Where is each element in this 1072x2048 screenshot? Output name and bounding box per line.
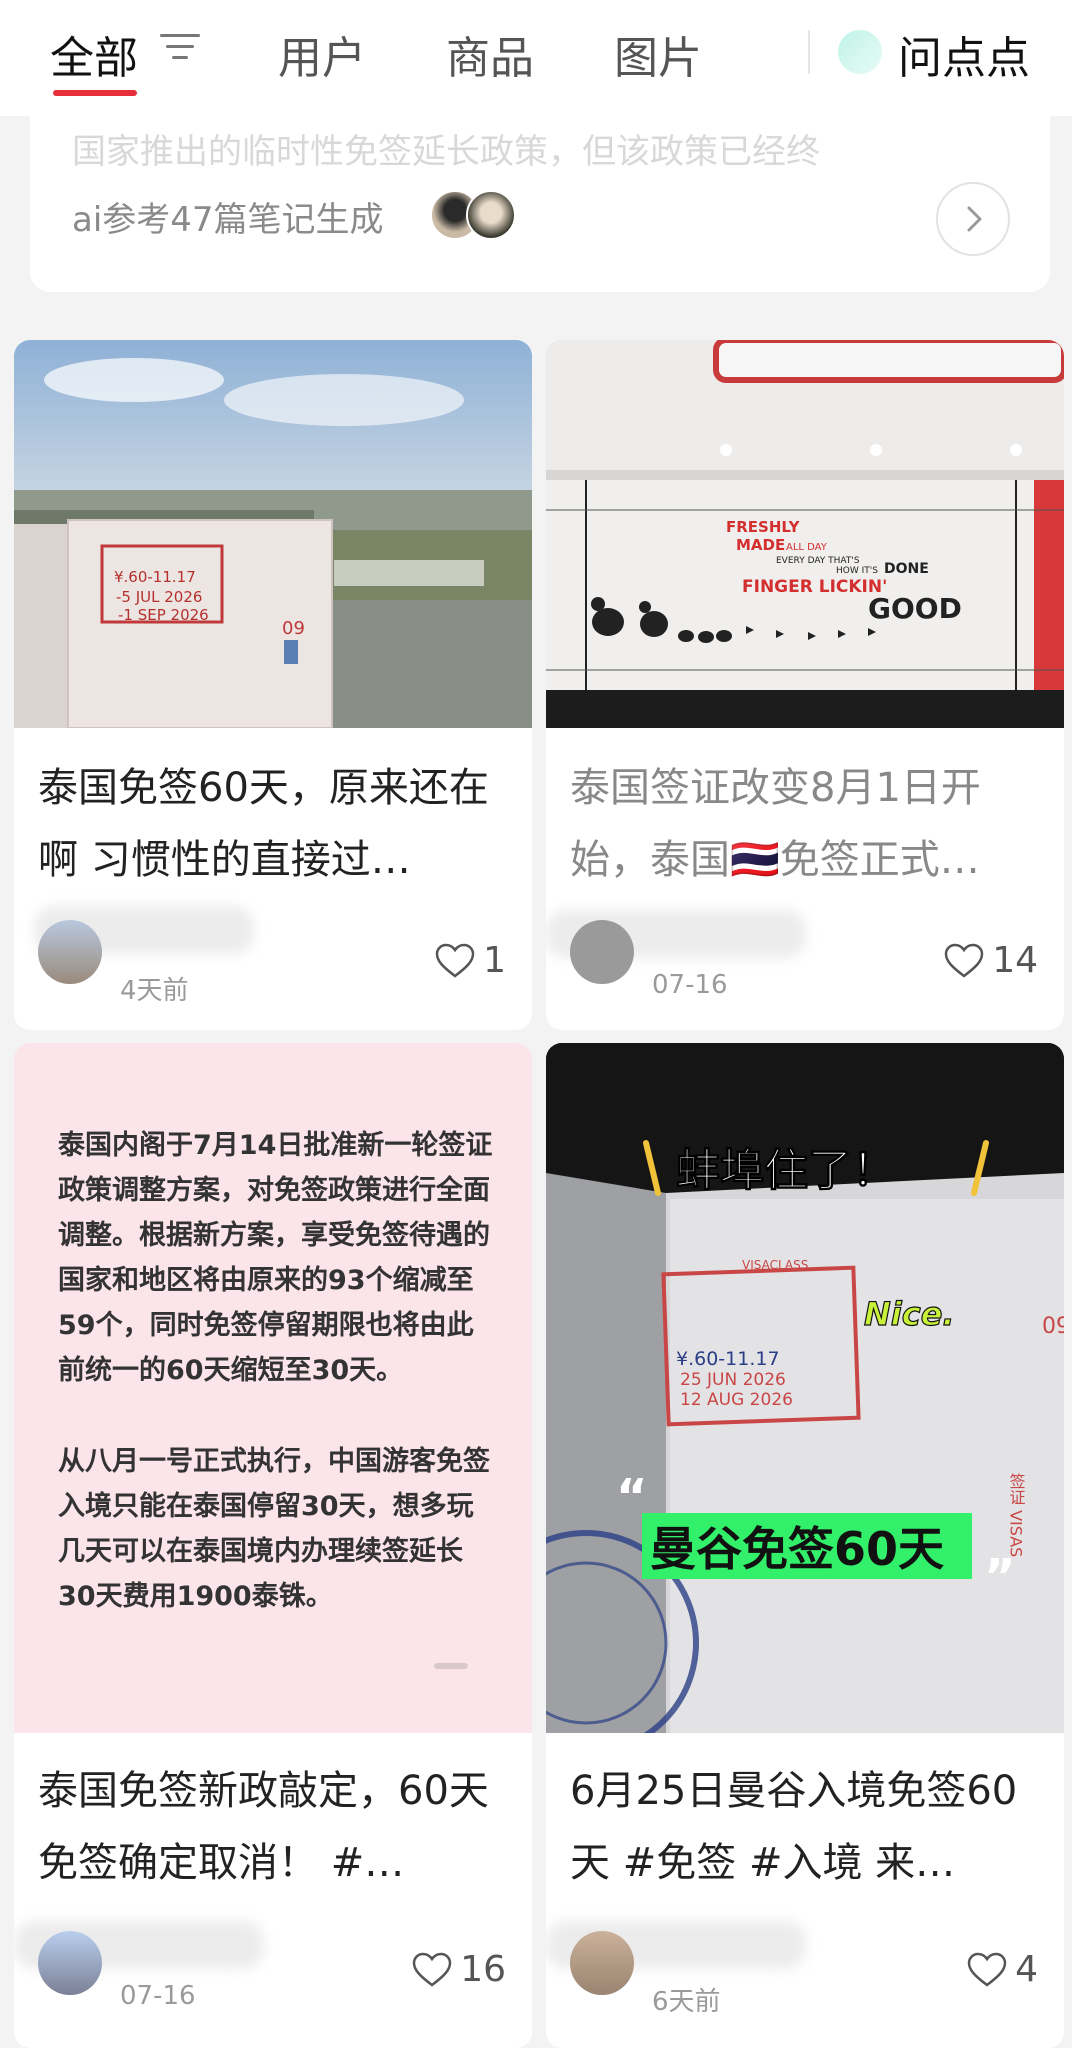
image-text-para: 从八月一号正式执行，中国游客免签入境只能在泰国停留30天，想多玩几天可以在泰国境…	[58, 1446, 490, 1612]
heart-icon	[967, 1952, 1007, 1987]
note-cover-image: VISACLASS ¥.60-11.17 25 JUN 2026 12 AUG …	[546, 1043, 1064, 1733]
tab-images[interactable]: 图片	[614, 22, 702, 86]
avatar[interactable]	[570, 920, 634, 984]
active-tab-indicator	[53, 90, 137, 96]
tab-all[interactable]: 全部	[50, 22, 138, 86]
ai-summary-text: 国家推出的临时性免签延长政策，但该政策已经终	[72, 132, 820, 172]
image-sticker-text: Nice.	[864, 1295, 955, 1333]
tab-products[interactable]: 商品	[446, 22, 534, 86]
ai-expand-button[interactable]	[936, 182, 1010, 256]
ai-source-label: ai参考47篇笔记生成	[72, 200, 384, 240]
wall-text: HOW IT'S	[836, 566, 878, 576]
note-title[interactable]: 泰国免签60天，原来还在啊 习惯性的直接过…	[38, 752, 512, 896]
post-time: 6天前	[652, 1987, 721, 2017]
post-time: 07-16	[652, 970, 728, 1000]
avatar[interactable]	[570, 1931, 634, 1995]
stamp-text: -5 JUL 2026	[116, 588, 202, 606]
wall-text: DONE	[884, 561, 929, 577]
svg-text:“: “	[616, 1469, 648, 1525]
note-cover-image: ¥.60-11.17 -5 JUL 2026 -1 SEP 2026 09	[14, 340, 532, 728]
wall-text: FRESHLY	[726, 518, 801, 536]
source-avatar	[466, 190, 516, 240]
visa-tag: 签证 VISAS	[1007, 1473, 1026, 1557]
post-time: 4天前	[120, 976, 189, 1006]
like-button[interactable]: 14	[944, 940, 1038, 981]
note-cover-image: FRESHLY MADE ALL DAY EVERY DAY THAT'S HO…	[546, 340, 1064, 728]
like-count: 1	[483, 940, 506, 981]
post-time: 07-16	[120, 1981, 196, 2011]
heart-icon	[412, 1952, 452, 1987]
svg-text:”: ”	[984, 1549, 1016, 1605]
avatar[interactable]	[38, 920, 102, 984]
heart-icon	[944, 943, 984, 978]
note-title[interactable]: 6月25日曼谷入境免签60天 #免签 #入境 来…	[570, 1755, 1044, 1899]
filter-icon[interactable]	[160, 30, 200, 64]
wall-text: EVERY DAY THAT'S	[776, 556, 860, 566]
note-card[interactable]: ¥.60-11.17 -5 JUL 2026 -1 SEP 2026 09 泰国…	[14, 340, 532, 1030]
wall-text: GOOD	[868, 592, 962, 625]
like-button[interactable]: 16	[412, 1949, 506, 1990]
note-title[interactable]: 泰国免签新政敲定，60天免签确定取消！ #…	[38, 1755, 512, 1899]
tab-divider	[808, 30, 810, 74]
stamp-text: VISACLASS	[742, 1258, 808, 1272]
page-number: 09	[1042, 1314, 1064, 1339]
wall-text: MADE	[736, 536, 785, 554]
image-text-para: 泰国内阁于7月14日批准新一轮签证政策调整方案，对免签政策进行全面调整。根据新方…	[58, 1130, 493, 1386]
image-indicator	[434, 1663, 468, 1669]
note-cover-image: 泰国内阁于7月14日批准新一轮签证政策调整方案，对免签政策进行全面调整。根据新方…	[14, 1043, 532, 1733]
wall-text: FINGER LICKIN'	[742, 577, 887, 597]
avatar[interactable]	[38, 1931, 102, 1995]
search-results-tabbar: 全部 用户 商品 图片 问点点	[0, 0, 1072, 116]
ask-assistant-button[interactable]: 问点点	[898, 22, 1030, 86]
stamp-text: ¥.60-11.17	[114, 568, 196, 586]
ask-assistant-icon[interactable]	[838, 30, 882, 74]
stamp-text: 25 JUN 2026	[680, 1370, 786, 1390]
like-button[interactable]: 1	[435, 940, 506, 981]
wall-text: ALL DAY	[786, 542, 828, 553]
tab-users[interactable]: 用户	[278, 22, 366, 86]
like-count: 4	[1015, 1949, 1038, 1990]
note-title[interactable]: 泰国签证改变8月1日开始，泰国🇹🇭免签正式…	[570, 752, 1044, 896]
like-count: 14	[992, 940, 1038, 981]
stamp-text: -1 SEP 2026	[118, 606, 209, 624]
note-card[interactable]: VISACLASS ¥.60-11.17 25 JUN 2026 12 AUG …	[546, 1043, 1064, 2048]
chevron-right-icon	[967, 206, 982, 232]
stamp-text: 12 AUG 2026	[680, 1390, 793, 1410]
like-count: 16	[460, 1949, 506, 1990]
note-card[interactable]: FRESHLY MADE ALL DAY EVERY DAY THAT'S HO…	[546, 340, 1064, 1030]
image-caption: 曼谷免签60天	[650, 1522, 944, 1576]
like-button[interactable]: 4	[967, 1949, 1038, 1990]
note-card[interactable]: 泰国内阁于7月14日批准新一轮签证政策调整方案，对免签政策进行全面调整。根据新方…	[14, 1043, 532, 2048]
image-headline: 蚌埠住了！	[676, 1145, 896, 1196]
stamp-text: ¥.60-11.17	[676, 1348, 780, 1370]
heart-icon	[435, 943, 475, 978]
page-number: 09	[282, 618, 305, 639]
